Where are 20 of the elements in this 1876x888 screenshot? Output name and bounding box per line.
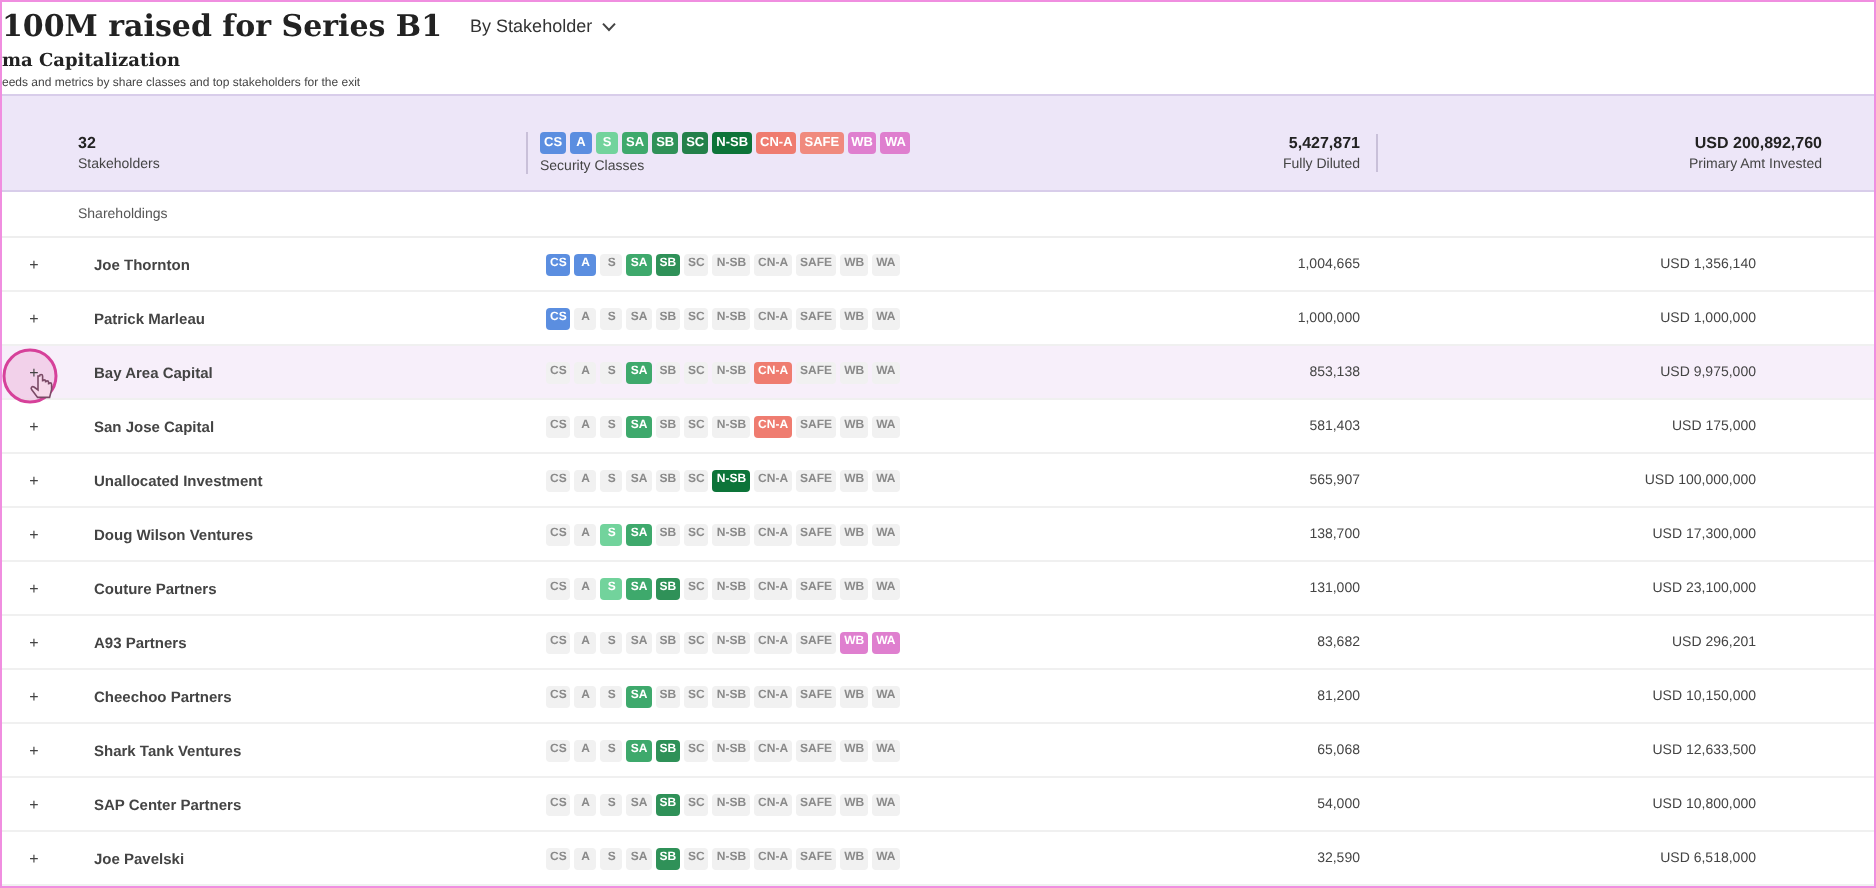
expand-button[interactable]: +	[26, 255, 42, 273]
expand-button[interactable]: +	[26, 741, 42, 759]
chevron-down-icon	[602, 21, 617, 31]
expand-button[interactable]: +	[26, 363, 42, 381]
page-title: 100M raised for Series B1	[2, 8, 443, 44]
expand-button[interactable]: +	[26, 849, 42, 867]
section-title: ma Capitalization	[2, 52, 183, 72]
cursor-highlight-icon	[2, 348, 58, 404]
expand-button[interactable]: +	[26, 309, 42, 327]
stakeholders-count: 32	[78, 134, 96, 152]
expand-button[interactable]: +	[26, 525, 42, 543]
expand-button[interactable]: +	[26, 687, 42, 705]
expand-button[interactable]: +	[26, 417, 42, 435]
expand-button[interactable]: +	[26, 579, 42, 597]
view-selector[interactable]: By Stakeholder	[470, 16, 617, 36]
fully-diluted-total: 5,427,871	[1288, 134, 1360, 152]
expand-button[interactable]: +	[26, 633, 42, 651]
expand-button[interactable]: +	[26, 471, 42, 489]
expand-button[interactable]: +	[26, 795, 42, 813]
primary-amount-total: USD 200,892,760	[1694, 134, 1822, 152]
